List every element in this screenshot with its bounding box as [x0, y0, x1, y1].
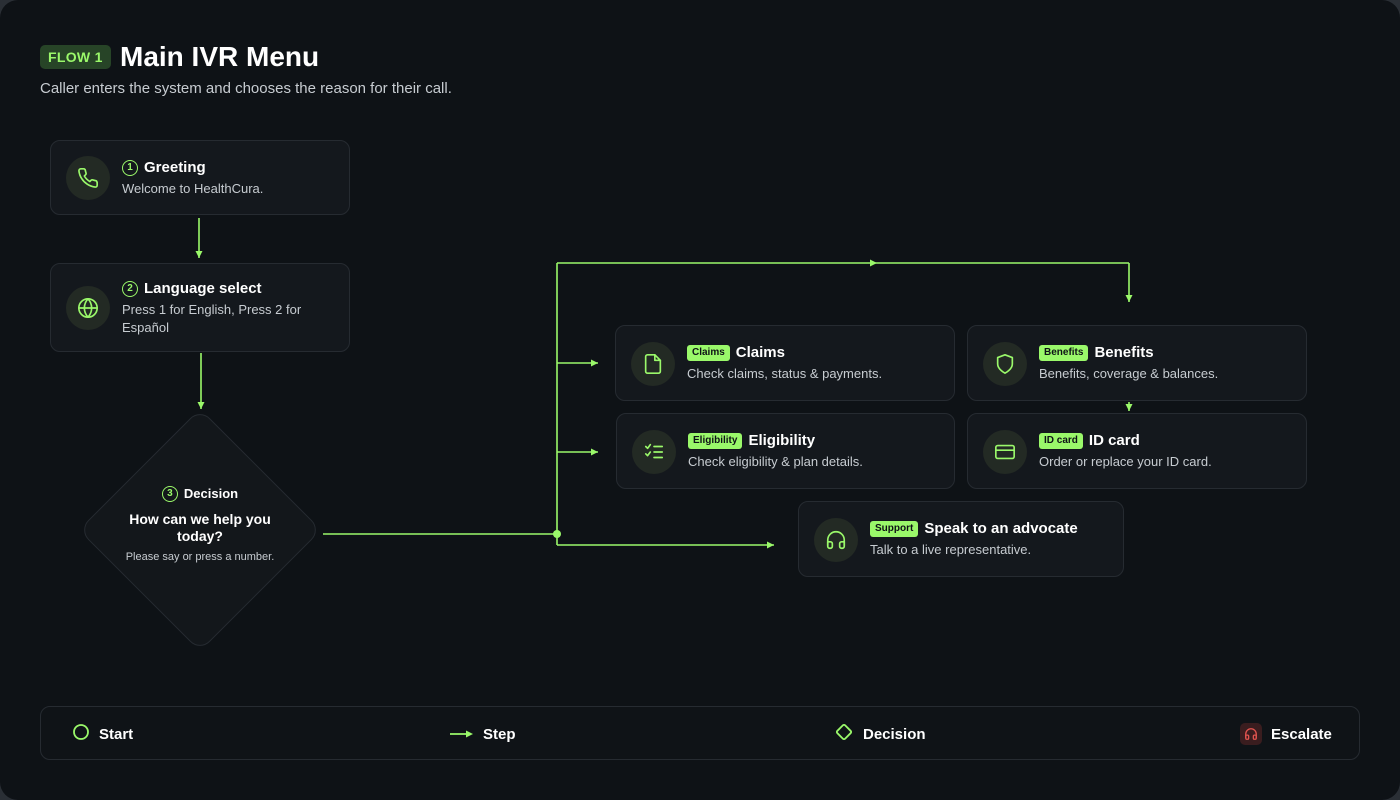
start-circle-icon — [72, 723, 90, 745]
decision-subtext: Please say or press a number. — [125, 551, 275, 563]
step-number: 1 — [122, 160, 138, 176]
step-card-greeting[interactable]: 1 Greeting Welcome to HealthCura. — [50, 140, 350, 215]
connector-junction-dot — [553, 530, 561, 538]
option-description: Benefits, coverage & balances. — [1039, 366, 1219, 381]
option-title: Claims — [735, 344, 785, 361]
diamond-icon — [834, 722, 854, 746]
legend: Start Step Decision Escalate — [40, 706, 1360, 760]
option-heading: Claims Claims — [687, 344, 785, 362]
option-description: Check eligibility & plan details. — [688, 454, 863, 469]
option-card-id-card[interactable]: ID card ID card Order or replace your ID… — [967, 413, 1307, 489]
option-card-support[interactable]: Support Speak to an advocate Talk to a l… — [798, 501, 1124, 577]
phone-icon — [66, 156, 110, 200]
option-description: Talk to a live representative. — [870, 542, 1032, 557]
option-title: Benefits — [1094, 344, 1154, 361]
option-description: Order or replace your ID card. — [1039, 454, 1212, 469]
legend-item-start: Start — [72, 707, 133, 761]
legend-label: Decision — [863, 725, 926, 743]
option-title: ID card — [1088, 432, 1140, 449]
option-description: Check claims, status & payments. — [687, 366, 883, 381]
step-number: 2 — [122, 281, 138, 297]
option-title: Eligibility — [748, 432, 816, 449]
option-card-claims[interactable]: Claims Claims Check claims, status & pay… — [615, 325, 955, 401]
decision-heading: 3 Decision — [120, 486, 280, 502]
connector-mid-arrow — [870, 259, 877, 267]
option-title: Speak to an advocate — [924, 520, 1078, 537]
legend-item-step: Step — [450, 707, 516, 761]
option-heading: Support Speak to an advocate — [870, 520, 1078, 538]
step-title: Greeting — [144, 159, 206, 176]
legend-label: Step — [483, 725, 516, 743]
decision-number: 3 — [161, 486, 178, 502]
option-tag: ID card — [1039, 433, 1083, 449]
step-description: Welcome to HealthCura. — [122, 181, 264, 196]
option-heading: Eligibility Eligibility — [688, 432, 815, 450]
arrow-right-icon — [450, 726, 474, 743]
legend-item-decision: Decision — [834, 707, 926, 761]
headset-icon — [814, 518, 858, 562]
option-heading: Benefits Benefits — [1039, 344, 1154, 362]
document-icon — [631, 342, 675, 386]
legend-label: Escalate — [1271, 725, 1332, 743]
option-tag: Benefits — [1039, 345, 1089, 361]
option-heading: ID card ID card — [1039, 432, 1140, 450]
globe-icon — [66, 286, 110, 330]
decision-title: Decision — [183, 486, 239, 501]
legend-item-escalate: Escalate — [1240, 707, 1332, 761]
option-card-benefits[interactable]: Benefits Benefits Benefits, coverage & b… — [967, 325, 1307, 401]
step-title: Language select — [144, 280, 262, 297]
decision-question: How can we help you today? — [129, 511, 271, 544]
option-card-eligibility[interactable]: Eligibility Eligibility Check eligibilit… — [616, 413, 955, 489]
checklist-icon — [632, 430, 676, 474]
shield-icon — [983, 342, 1027, 386]
step-heading: 1 Greeting — [122, 159, 206, 177]
step-card-language-select[interactable]: 2 Language select Press 1 for English, P… — [50, 263, 350, 352]
option-tag: Eligibility — [688, 433, 743, 449]
option-tag: Claims — [687, 345, 730, 361]
flow-canvas: FLOW 1 Main IVR Menu Caller enters the s… — [0, 0, 1400, 800]
id-card-icon — [983, 430, 1027, 474]
step-heading: 2 Language select — [122, 280, 262, 298]
step-description: Press 1 for English, Press 2 for Español — [122, 302, 302, 335]
decision-content: 3 Decision How can we help you today? Pl… — [120, 486, 280, 564]
option-tag: Support — [870, 521, 919, 537]
legend-label: Start — [99, 725, 134, 743]
escalate-headset-icon — [1240, 723, 1262, 745]
